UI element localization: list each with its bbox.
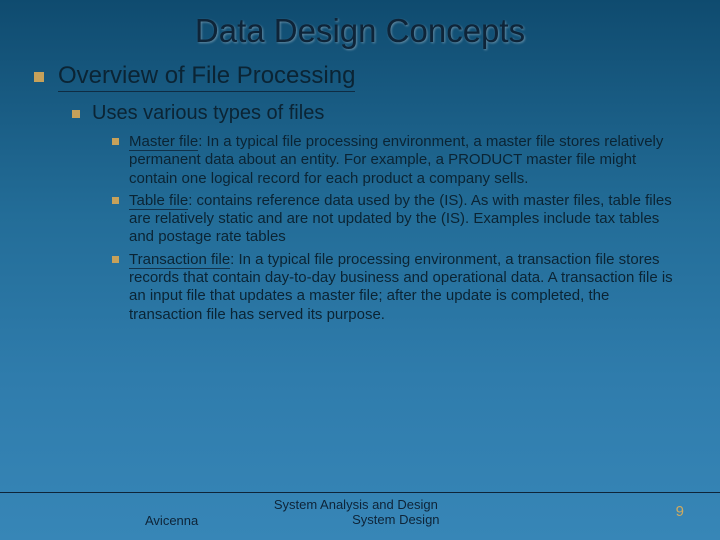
level1-item: Overview of File Processing (34, 62, 686, 92)
square-bullet-icon (112, 197, 119, 204)
square-bullet-icon (112, 138, 119, 145)
term-body: : In a typical file processing environme… (129, 133, 663, 187)
square-bullet-icon (72, 110, 80, 118)
level2-item: Uses various types of files (72, 102, 686, 125)
term-label: Master file (129, 133, 198, 151)
content-area: Overview of File Processing Uses various… (0, 50, 720, 324)
footer-center: System Analysis and Design System Design (36, 497, 676, 528)
footer-line2: System Design (36, 512, 676, 528)
list-item: Table file: contains reference data used… (112, 192, 686, 247)
list-item-text: Transaction file: In a typical file proc… (129, 251, 686, 324)
list-item: Transaction file: In a typical file proc… (112, 251, 686, 324)
footer-left: Avicenna (145, 513, 198, 528)
footer-line1: System Analysis and Design (36, 497, 676, 513)
list-item-text: Master file: In a typical file processin… (129, 133, 686, 188)
list-item-text: Table file: contains reference data used… (129, 192, 686, 247)
footer: Avicenna System Analysis and Design Syst… (0, 492, 720, 528)
term-label: Table file (129, 192, 188, 210)
slide-title: Data Design Concepts (0, 0, 720, 50)
square-bullet-icon (34, 72, 44, 82)
page-number: 9 (676, 497, 684, 520)
list-item: Master file: In a typical file processin… (112, 133, 686, 188)
term-body: : contains reference data used by the (I… (129, 192, 672, 246)
level3-list: Master file: In a typical file processin… (112, 133, 686, 324)
section-heading: Overview of File Processing (58, 62, 355, 92)
square-bullet-icon (112, 256, 119, 263)
term-label: Transaction file (129, 251, 230, 269)
subheading: Uses various types of files (92, 102, 324, 125)
